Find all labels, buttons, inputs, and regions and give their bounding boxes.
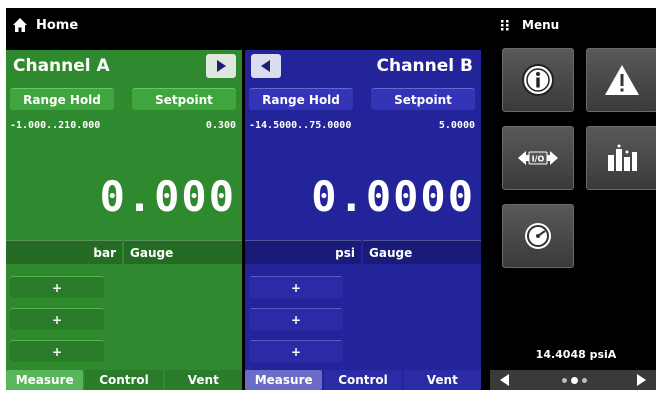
channel-a-setpoint-value[interactable]: 0.300 xyxy=(206,120,236,131)
page-dot xyxy=(582,378,587,383)
channel-b-prev-button[interactable] xyxy=(251,54,281,78)
channel-a-mode-button[interactable]: Gauge xyxy=(124,240,242,264)
channel-a-reading: 0.000 xyxy=(99,172,236,221)
page-indicator xyxy=(562,377,587,384)
channel-b-panel: Channel B Range Hold Setpoint -14.5000..… xyxy=(245,50,481,390)
channel-b-tab-control[interactable]: Control xyxy=(324,370,402,390)
channel-a-mode-tabs: Measure Control Vent xyxy=(6,370,242,390)
menu-label: Menu xyxy=(522,18,560,32)
grid-dots-icon xyxy=(501,20,509,31)
channel-b-tab-vent[interactable]: Vent xyxy=(403,370,481,390)
channel-a-panel: Channel A Range Hold Setpoint -1.000..21… xyxy=(6,50,242,390)
io-transfer-icon: I/O xyxy=(518,151,558,165)
channel-a-range: -1.000..210.000 xyxy=(10,120,101,131)
channel-a-unit-bar: bar Gauge xyxy=(6,240,242,264)
channel-a-add-button-2[interactable]: + xyxy=(10,308,104,330)
channel-b-add-button-2[interactable]: + xyxy=(249,308,343,330)
alarm-button[interactable] xyxy=(586,48,656,112)
channel-a-range-hold-button[interactable]: Range Hold xyxy=(10,88,114,110)
app-screen: Home Menu Channel A Range Hold Setpoint … xyxy=(6,8,656,390)
channel-b-tab-measure[interactable]: Measure xyxy=(245,370,323,390)
channel-a-add-button-3[interactable]: + xyxy=(10,340,104,362)
play-right-icon xyxy=(217,60,226,72)
channel-a-unit-button[interactable]: bar xyxy=(6,240,122,264)
home-icon[interactable] xyxy=(12,17,28,33)
alarm-warning-icon xyxy=(605,65,639,95)
gauge-dial-icon xyxy=(525,223,551,249)
applications-icon xyxy=(608,144,637,171)
applications-button[interactable] xyxy=(586,126,656,190)
info-icon xyxy=(522,64,554,96)
channel-b-setpoint-value[interactable]: 5.0000 xyxy=(439,120,475,131)
channel-a-tab-measure[interactable]: Measure xyxy=(6,370,84,390)
page-dot xyxy=(562,378,567,383)
channel-a-add-button-1[interactable]: + xyxy=(10,276,104,298)
menu-header[interactable]: Menu xyxy=(496,8,656,42)
channel-a-tab-vent[interactable]: Vent xyxy=(164,370,242,390)
page-next-icon[interactable] xyxy=(634,373,648,387)
channel-b-reading: 0.0000 xyxy=(311,172,475,221)
channel-b-title: Channel B xyxy=(376,56,474,76)
channel-b-range-hold-button[interactable]: Range Hold xyxy=(249,88,353,110)
channel-b-header: Channel B xyxy=(245,50,481,82)
io-button[interactable]: I/O xyxy=(502,126,574,190)
channel-b-add-button-1[interactable]: + xyxy=(249,276,343,298)
page-title: Home xyxy=(36,17,79,33)
channel-b-setpoint-button[interactable]: Setpoint xyxy=(371,88,475,110)
info-button[interactable] xyxy=(502,48,574,112)
barometer-reading: 14.4048 psiA xyxy=(535,348,617,361)
channel-a-tab-control[interactable]: Control xyxy=(85,370,163,390)
channel-a-setpoint-button[interactable]: Setpoint xyxy=(132,88,236,110)
channel-a-next-button[interactable] xyxy=(206,54,236,78)
channel-a-title: Channel A xyxy=(13,56,110,76)
channel-b-mode-button[interactable]: Gauge xyxy=(363,240,481,264)
header-bar: Home xyxy=(6,8,490,42)
channel-b-unit-bar: psi Gauge xyxy=(245,240,481,264)
channel-a-header: Channel A xyxy=(6,50,242,82)
channel-b-unit-button[interactable]: psi xyxy=(245,240,361,264)
menu-nav-bar xyxy=(490,370,656,390)
gauge-button[interactable] xyxy=(502,204,574,268)
svg-text:I/O: I/O xyxy=(532,155,545,164)
play-left-icon xyxy=(261,60,270,72)
page-prev-icon[interactable] xyxy=(498,373,512,387)
page-dot-active xyxy=(571,377,578,384)
channel-b-range: -14.5000..75.0000 xyxy=(249,120,352,131)
channel-b-mode-tabs: Measure Control Vent xyxy=(245,370,481,390)
channel-b-add-button-3[interactable]: + xyxy=(249,340,343,362)
